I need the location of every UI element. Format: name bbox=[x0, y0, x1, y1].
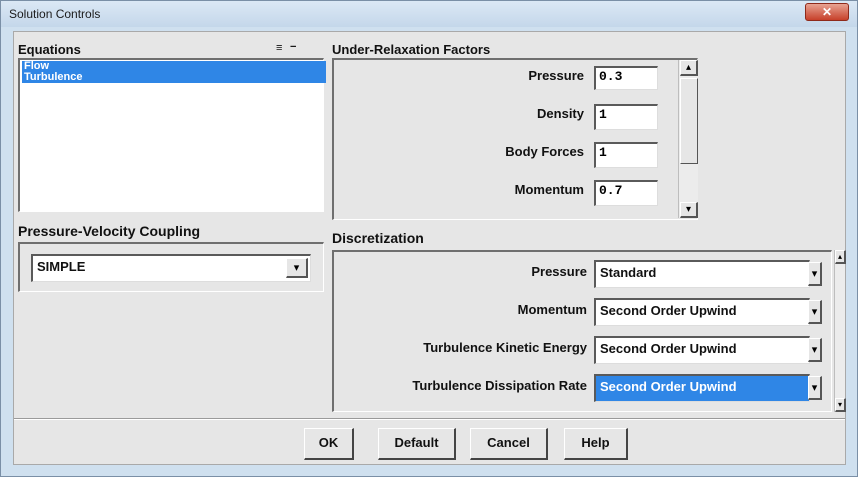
disc-tke-label: Turbulence Kinetic Energy bbox=[423, 340, 587, 355]
close-button[interactable]: ✕ bbox=[805, 3, 849, 21]
disc-tdr-dropdown-button[interactable]: ▾ bbox=[808, 376, 822, 400]
discretization-label: Discretization bbox=[332, 230, 424, 246]
pv-coupling-label: Pressure-Velocity Coupling bbox=[18, 223, 201, 239]
equations-label: Equations bbox=[18, 42, 81, 57]
urf-pressure-input[interactable]: 0.3 bbox=[594, 66, 658, 90]
chevron-down-icon: ▾ bbox=[811, 344, 818, 356]
urf-density-input[interactable]: 1 bbox=[594, 104, 658, 130]
urf-momentum-input[interactable]: 0.7 bbox=[594, 180, 658, 206]
disc-tke-dropdown[interactable]: Second Order Upwind bbox=[594, 336, 810, 364]
disc-tdr-value: Second Order Upwind bbox=[600, 379, 737, 394]
dialog-body: Equations ≡ − Flow Turbulence Pressure-V… bbox=[13, 31, 846, 465]
list-menu-icon[interactable]: ≡ bbox=[276, 42, 282, 54]
disc-momentum-value: Second Order Upwind bbox=[600, 303, 737, 318]
close-icon: ✕ bbox=[821, 5, 833, 19]
disc-tdr-dropdown[interactable]: Second Order Upwind bbox=[594, 374, 810, 402]
disc-tke-value: Second Order Upwind bbox=[600, 341, 737, 356]
list-item[interactable]: Turbulence bbox=[22, 72, 326, 83]
disc-scroll-up-button[interactable]: ▴ bbox=[835, 250, 846, 264]
disc-pressure-dropdown[interactable]: Standard bbox=[594, 260, 810, 288]
chevron-down-icon: ▾ bbox=[685, 204, 692, 215]
chevron-down-icon: ▾ bbox=[837, 400, 842, 409]
disc-momentum-dropdown[interactable]: Second Order Upwind bbox=[594, 298, 810, 326]
urf-scroll-down-button[interactable]: ▾ bbox=[680, 202, 698, 218]
help-button[interactable]: Help bbox=[564, 428, 628, 460]
urf-label: Under-Relaxation Factors bbox=[332, 42, 491, 57]
urf-density-label: Density bbox=[537, 106, 584, 121]
title-bar[interactable]: Solution Controls ✕ bbox=[1, 1, 857, 27]
ok-button[interactable]: OK bbox=[304, 428, 354, 460]
button-bar-divider bbox=[14, 418, 845, 420]
chevron-down-icon: ▾ bbox=[811, 382, 818, 394]
disc-scroll-down-button[interactable]: ▾ bbox=[835, 398, 846, 412]
disc-momentum-label: Momentum bbox=[517, 302, 587, 317]
chevron-up-icon: ▴ bbox=[685, 62, 692, 73]
disc-pressure-label: Pressure bbox=[531, 264, 587, 279]
list-minus-icon[interactable]: − bbox=[290, 41, 296, 53]
urf-pressure-label: Pressure bbox=[528, 68, 584, 83]
window-title: Solution Controls bbox=[9, 7, 101, 21]
urf-scroll-up-button[interactable]: ▴ bbox=[680, 60, 698, 76]
disc-pressure-dropdown-button[interactable]: ▾ bbox=[808, 262, 822, 286]
urf-scroll-thumb[interactable] bbox=[680, 78, 698, 164]
pv-coupling-value: SIMPLE bbox=[37, 259, 86, 274]
chevron-down-icon: ▾ bbox=[811, 306, 818, 318]
disc-tke-dropdown-button[interactable]: ▾ bbox=[808, 338, 822, 362]
solution-controls-dialog: Solution Controls ✕ Equations ≡ − Flow T… bbox=[0, 0, 858, 477]
chevron-down-icon: ▾ bbox=[811, 268, 818, 280]
equations-list[interactable]: Flow Turbulence bbox=[18, 58, 326, 212]
urf-body-forces-input[interactable]: 1 bbox=[594, 142, 658, 168]
pv-coupling-dropdown[interactable]: SIMPLE bbox=[31, 254, 311, 282]
urf-momentum-label: Momentum bbox=[514, 182, 584, 197]
discretization-scrollbar[interactable]: ▴ ▾ bbox=[834, 250, 846, 412]
chevron-up-icon: ▴ bbox=[837, 252, 842, 261]
default-button[interactable]: Default bbox=[378, 428, 456, 460]
disc-pressure-value: Standard bbox=[600, 265, 657, 280]
disc-tdr-label: Turbulence Dissipation Rate bbox=[412, 378, 587, 393]
chevron-down-icon: ▾ bbox=[293, 262, 300, 274]
disc-momentum-dropdown-button[interactable]: ▾ bbox=[808, 300, 822, 324]
cancel-button[interactable]: Cancel bbox=[470, 428, 548, 460]
urf-body-forces-label: Body Forces bbox=[505, 144, 584, 159]
urf-scrollbar[interactable]: ▴ ▾ bbox=[678, 60, 698, 218]
pv-coupling-dropdown-button[interactable]: ▾ bbox=[286, 258, 308, 278]
